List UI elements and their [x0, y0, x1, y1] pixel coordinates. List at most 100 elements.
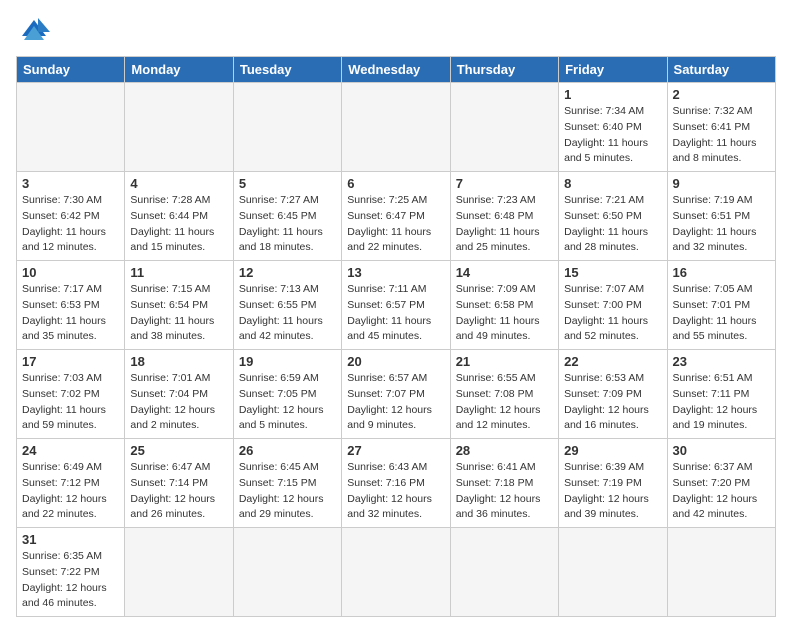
- calendar-cell: 18Sunrise: 7:01 AM Sunset: 7:04 PM Dayli…: [125, 350, 233, 439]
- day-number: 18: [130, 354, 227, 369]
- day-number: 24: [22, 443, 119, 458]
- day-number: 20: [347, 354, 444, 369]
- day-info: Sunrise: 6:45 AM Sunset: 7:15 PM Dayligh…: [239, 460, 336, 523]
- day-number: 17: [22, 354, 119, 369]
- day-info: Sunrise: 6:37 AM Sunset: 7:20 PM Dayligh…: [673, 460, 770, 523]
- calendar-cell: [342, 528, 450, 617]
- calendar-cell: [125, 528, 233, 617]
- day-number: 21: [456, 354, 553, 369]
- day-number: 29: [564, 443, 661, 458]
- day-number: 13: [347, 265, 444, 280]
- calendar-cell: 13Sunrise: 7:11 AM Sunset: 6:57 PM Dayli…: [342, 261, 450, 350]
- day-header-sunday: Sunday: [17, 57, 125, 83]
- day-header-friday: Friday: [559, 57, 667, 83]
- day-number: 9: [673, 176, 770, 191]
- calendar-cell: 29 Sunrise: 6:39 AM Sunset: 7:19 PM Dayli…: [559, 439, 667, 528]
- day-info: Sunrise: 7:05 AM Sunset: 7:01 PM Dayligh…: [673, 282, 770, 345]
- day-info: Sunrise: 6:35 AM Sunset: 7:22 PM Dayligh…: [22, 549, 119, 612]
- day-info: Sunrise: 7:03 AM Sunset: 7:02 PM Dayligh…: [22, 371, 119, 434]
- calendar-cell: 1Sunrise: 7:34 AM Sunset: 6:40 PM Daylig…: [559, 83, 667, 172]
- calendar-week-row: 1Sunrise: 7:34 AM Sunset: 6:40 PM Daylig…: [17, 83, 776, 172]
- day-number: 6: [347, 176, 444, 191]
- day-number: 28: [456, 443, 553, 458]
- day-info: Sunrise: 6:49 AM Sunset: 7:12 PM Dayligh…: [22, 460, 119, 523]
- day-info: Sunrise: 6:57 AM Sunset: 7:07 PM Dayligh…: [347, 371, 444, 434]
- calendar-cell: 16 Sunrise: 7:05 AM Sunset: 7:01 PM Dayli…: [667, 261, 775, 350]
- day-info: Sunrise: 6:53 AM Sunset: 7:09 PM Dayligh…: [564, 371, 661, 434]
- calendar-week-row: 24 Sunrise: 6:49 AM Sunset: 7:12 PM Dayli…: [17, 439, 776, 528]
- calendar-cell: 24 Sunrise: 6:49 AM Sunset: 7:12 PM Dayli…: [17, 439, 125, 528]
- calendar-cell: 28 Sunrise: 6:41 AM Sunset: 7:18 PM Dayli…: [450, 439, 558, 528]
- calendar-week-row: 10 Sunrise: 7:17 AM Sunset: 6:53 PM Dayli…: [17, 261, 776, 350]
- calendar-cell: 4 Sunrise: 7:28 AM Sunset: 6:44 PM Daylig…: [125, 172, 233, 261]
- day-number: 5: [239, 176, 336, 191]
- day-info: Sunrise: 7:07 AM Sunset: 7:00 PM Dayligh…: [564, 282, 661, 345]
- day-info: Sunrise: 6:41 AM Sunset: 7:18 PM Dayligh…: [456, 460, 553, 523]
- calendar-cell: [233, 528, 341, 617]
- calendar-table: SundayMondayTuesdayWednesdayThursdayFrid…: [16, 56, 776, 617]
- calendar-week-row: 31 Sunrise: 6:35 AM Sunset: 7:22 PM Dayli…: [17, 528, 776, 617]
- calendar-cell: 19 Sunrise: 6:59 AM Sunset: 7:05 PM Dayli…: [233, 350, 341, 439]
- calendar-week-row: 3Sunrise: 7:30 AM Sunset: 6:42 PM Daylig…: [17, 172, 776, 261]
- calendar-cell: 26 Sunrise: 6:45 AM Sunset: 7:15 PM Dayli…: [233, 439, 341, 528]
- day-number: 7: [456, 176, 553, 191]
- day-header-thursday: Thursday: [450, 57, 558, 83]
- calendar-cell: 20 Sunrise: 6:57 AM Sunset: 7:07 PM Dayli…: [342, 350, 450, 439]
- calendar-week-row: 17 Sunrise: 7:03 AM Sunset: 7:02 PM Dayli…: [17, 350, 776, 439]
- calendar-cell: 5 Sunrise: 7:27 AM Sunset: 6:45 PM Daylig…: [233, 172, 341, 261]
- calendar-cell: [342, 83, 450, 172]
- logo-icon: [16, 16, 52, 48]
- day-number: 8: [564, 176, 661, 191]
- day-info: Sunrise: 7:30 AM Sunset: 6:42 PM Dayligh…: [22, 193, 119, 256]
- day-info: Sunrise: 7:21 AM Sunset: 6:50 PM Dayligh…: [564, 193, 661, 256]
- day-number: 12: [239, 265, 336, 280]
- day-info: Sunrise: 7:23 AM Sunset: 6:48 PM Dayligh…: [456, 193, 553, 256]
- day-info: Sunrise: 6:43 AM Sunset: 7:16 PM Dayligh…: [347, 460, 444, 523]
- day-number: 4: [130, 176, 227, 191]
- day-info: Sunrise: 7:25 AM Sunset: 6:47 PM Dayligh…: [347, 193, 444, 256]
- calendar-cell: 21 Sunrise: 6:55 AM Sunset: 7:08 PM Dayli…: [450, 350, 558, 439]
- calendar-cell: 7 Sunrise: 7:23 AM Sunset: 6:48 PM Daylig…: [450, 172, 558, 261]
- day-info: Sunrise: 6:39 AM Sunset: 7:19 PM Dayligh…: [564, 460, 661, 523]
- day-info: Sunrise: 6:59 AM Sunset: 7:05 PM Dayligh…: [239, 371, 336, 434]
- day-number: 23: [673, 354, 770, 369]
- calendar-cell: 27Sunrise: 6:43 AM Sunset: 7:16 PM Dayli…: [342, 439, 450, 528]
- day-header-monday: Monday: [125, 57, 233, 83]
- calendar-cell: 6 Sunrise: 7:25 AM Sunset: 6:47 PM Daylig…: [342, 172, 450, 261]
- calendar-cell: 22 Sunrise: 6:53 AM Sunset: 7:09 PM Dayli…: [559, 350, 667, 439]
- day-number: 11: [130, 265, 227, 280]
- logo: [16, 16, 56, 48]
- day-number: 22: [564, 354, 661, 369]
- day-info: Sunrise: 7:09 AM Sunset: 6:58 PM Dayligh…: [456, 282, 553, 345]
- calendar-cell: 8 Sunrise: 7:21 AM Sunset: 6:50 PM Daylig…: [559, 172, 667, 261]
- day-info: Sunrise: 7:19 AM Sunset: 6:51 PM Dayligh…: [673, 193, 770, 256]
- day-info: Sunrise: 7:32 AM Sunset: 6:41 PM Dayligh…: [673, 104, 770, 167]
- calendar-cell: [125, 83, 233, 172]
- day-info: Sunrise: 7:17 AM Sunset: 6:53 PM Dayligh…: [22, 282, 119, 345]
- calendar-cell: 25Sunrise: 6:47 AM Sunset: 7:14 PM Dayli…: [125, 439, 233, 528]
- day-number: 19: [239, 354, 336, 369]
- day-info: Sunrise: 6:55 AM Sunset: 7:08 PM Dayligh…: [456, 371, 553, 434]
- day-number: 25: [130, 443, 227, 458]
- calendar-cell: 14 Sunrise: 7:09 AM Sunset: 6:58 PM Dayli…: [450, 261, 558, 350]
- day-info: Sunrise: 7:27 AM Sunset: 6:45 PM Dayligh…: [239, 193, 336, 256]
- day-header-saturday: Saturday: [667, 57, 775, 83]
- day-number: 26: [239, 443, 336, 458]
- calendar-cell: [667, 528, 775, 617]
- day-info: Sunrise: 7:28 AM Sunset: 6:44 PM Dayligh…: [130, 193, 227, 256]
- calendar-cell: [450, 528, 558, 617]
- day-info: Sunrise: 7:13 AM Sunset: 6:55 PM Dayligh…: [239, 282, 336, 345]
- day-number: 15: [564, 265, 661, 280]
- day-number: 10: [22, 265, 119, 280]
- calendar-cell: 2Sunrise: 7:32 AM Sunset: 6:41 PM Daylig…: [667, 83, 775, 172]
- calendar-cell: [17, 83, 125, 172]
- day-info: Sunrise: 7:15 AM Sunset: 6:54 PM Dayligh…: [130, 282, 227, 345]
- calendar-cell: 3Sunrise: 7:30 AM Sunset: 6:42 PM Daylig…: [17, 172, 125, 261]
- calendar-cell: 31 Sunrise: 6:35 AM Sunset: 7:22 PM Dayli…: [17, 528, 125, 617]
- day-number: 16: [673, 265, 770, 280]
- calendar-header-row: SundayMondayTuesdayWednesdayThursdayFrid…: [17, 57, 776, 83]
- day-number: 1: [564, 87, 661, 102]
- day-number: 14: [456, 265, 553, 280]
- page-header: [16, 16, 776, 48]
- day-number: 31: [22, 532, 119, 547]
